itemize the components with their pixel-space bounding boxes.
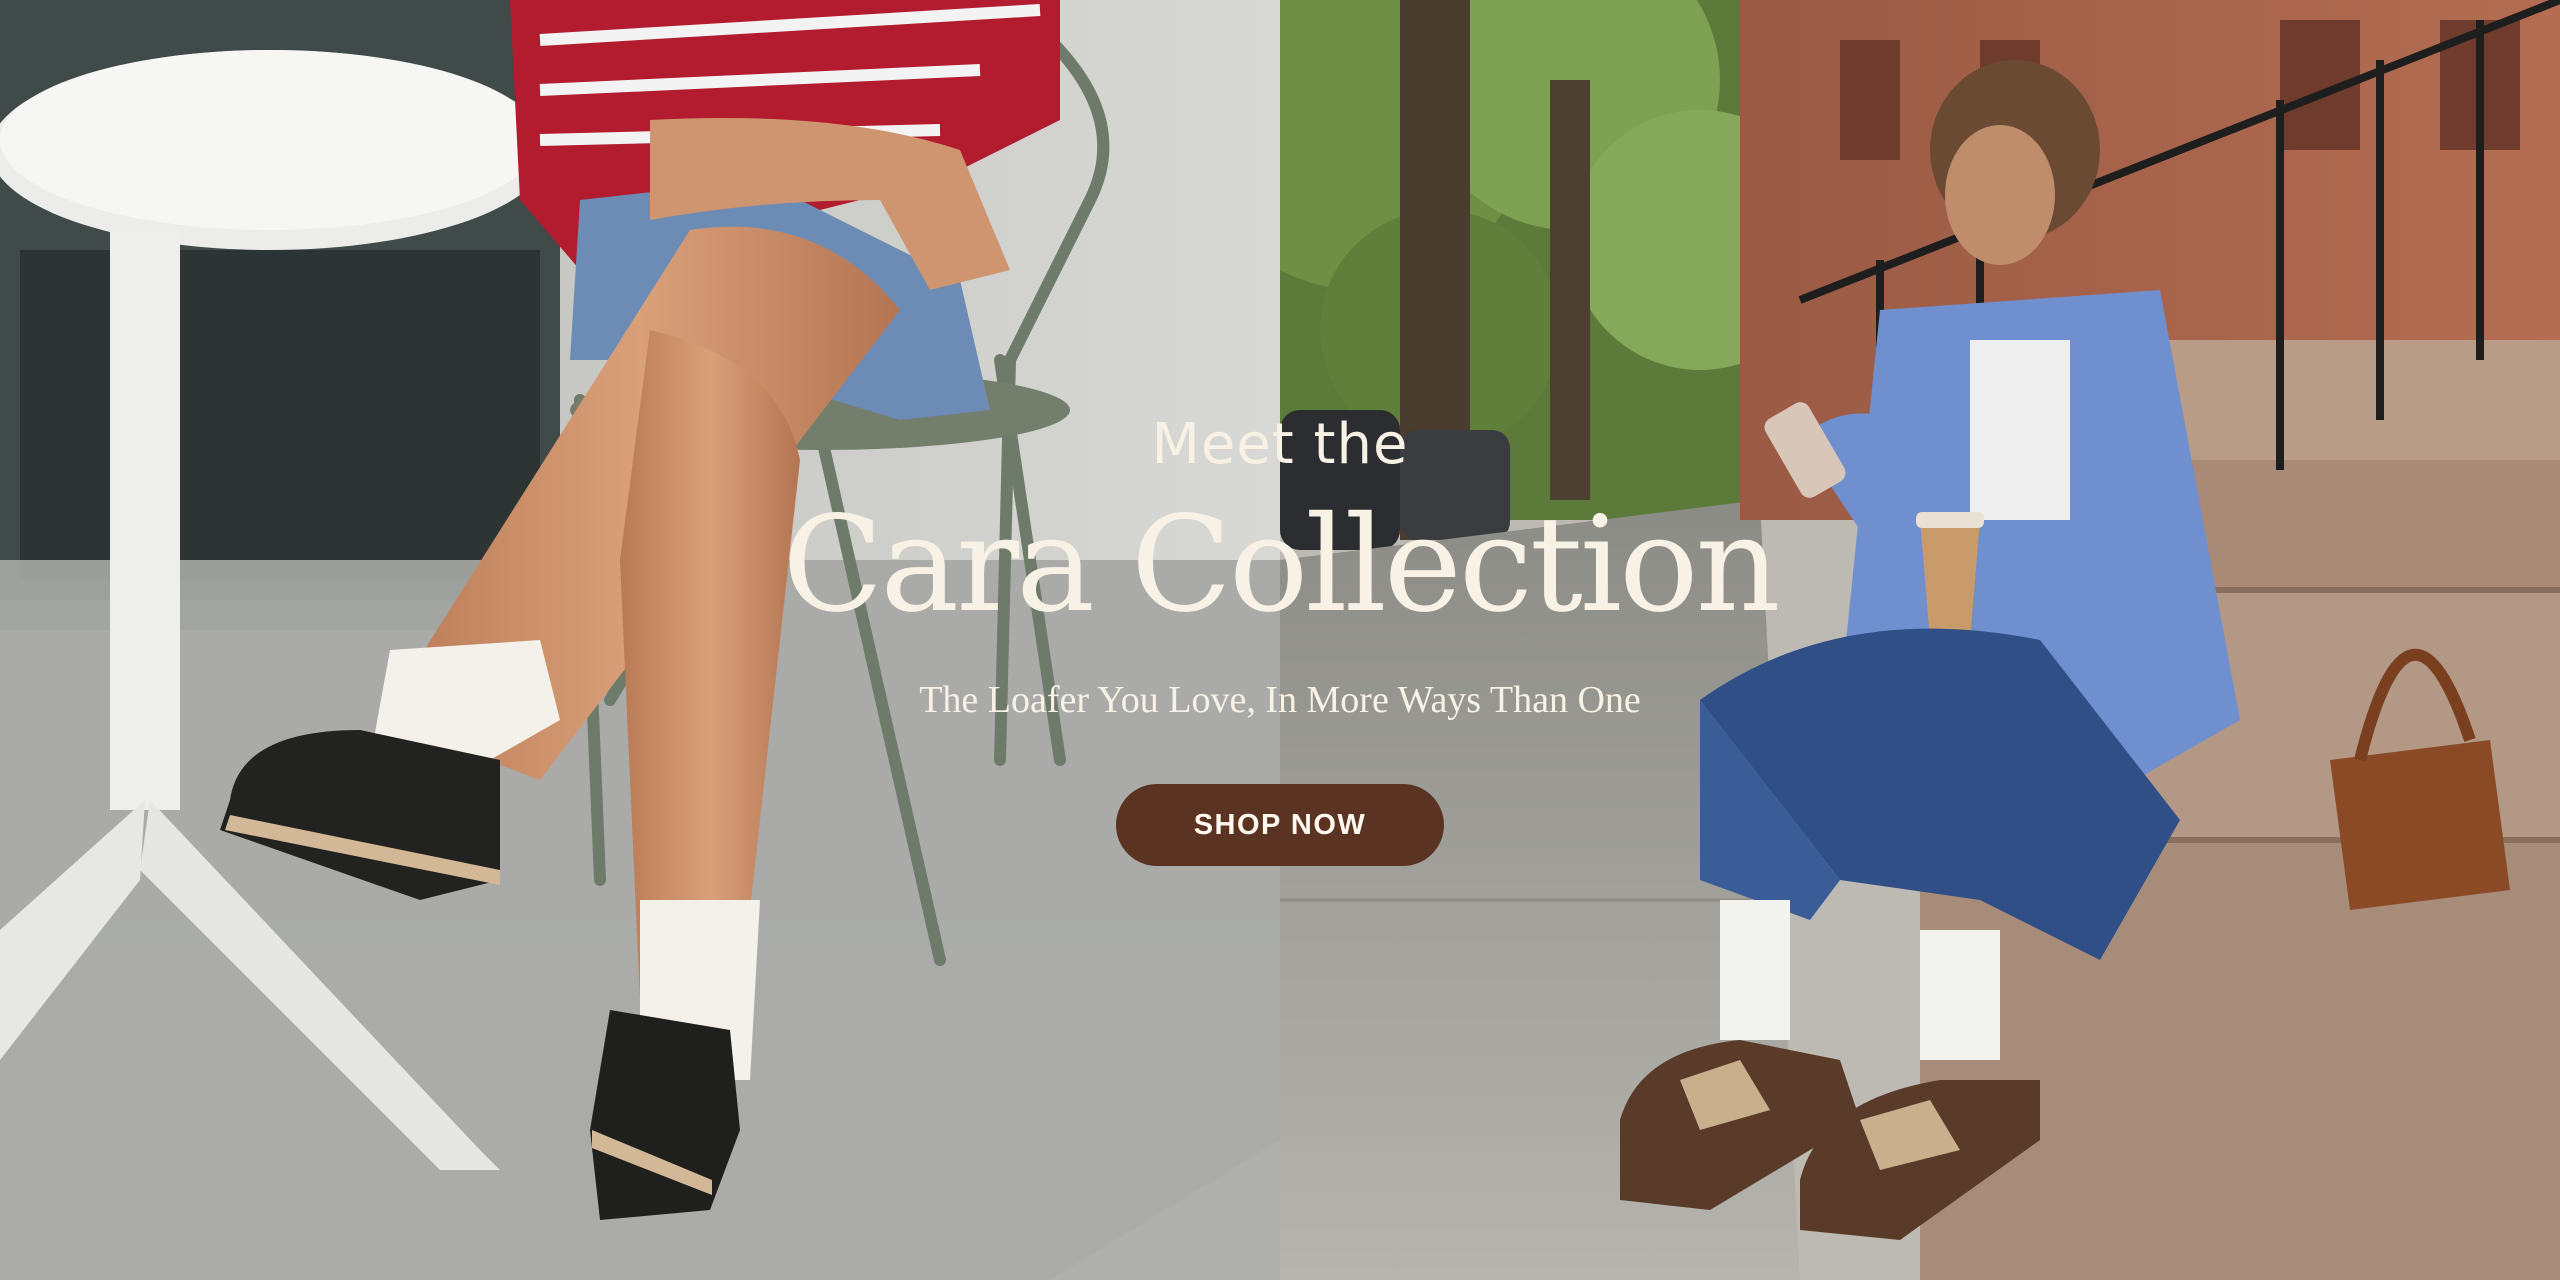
hero-image-left [0, 0, 1280, 1280]
hero-banner[interactable]: Meet the Cara Collection The Loafer You … [0, 0, 2560, 1280]
shop-now-button[interactable]: SHOP NOW [1116, 784, 1444, 866]
hero-image-right [1280, 0, 2560, 1280]
